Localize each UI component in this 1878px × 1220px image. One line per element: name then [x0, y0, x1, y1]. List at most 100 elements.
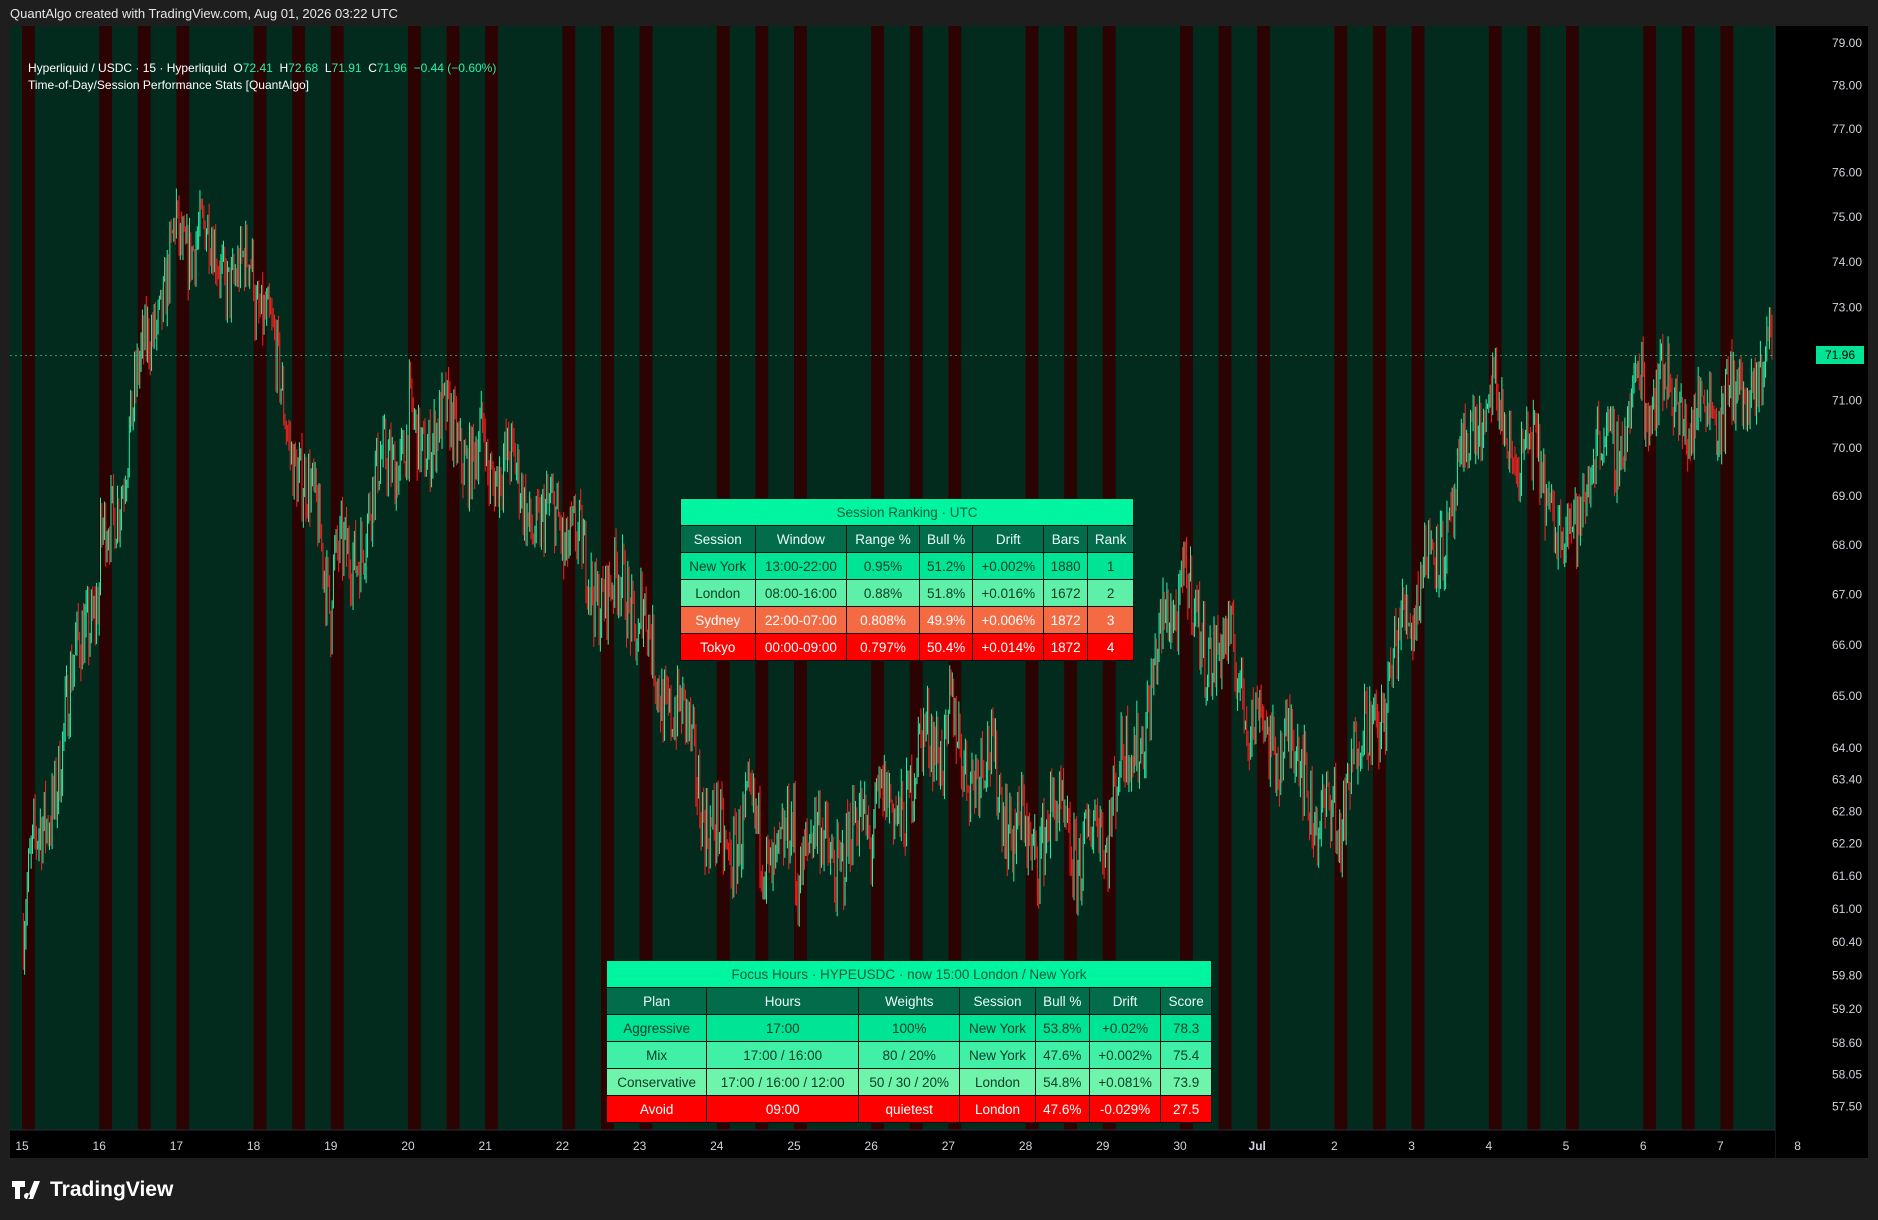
session-band: [22, 26, 36, 1130]
session-band: [1270, 26, 1284, 1130]
table-cell: 00:00-09:00: [754, 633, 848, 661]
focus-header: Bull %: [1034, 987, 1090, 1015]
table-cell: 0.95%: [846, 552, 920, 580]
session-band: [202, 26, 216, 1130]
price-tick-label: 63.40: [1832, 773, 1862, 787]
time-tick-label: 29: [1096, 1139, 1110, 1153]
table-row: Aggressive 17:00 100% New York 53.8% +0.…: [605, 1014, 1212, 1042]
time-tick-label: 8: [1794, 1139, 1801, 1153]
time-tick-label: 15: [15, 1139, 29, 1153]
session-band: [1385, 26, 1400, 1130]
session-band: [1218, 26, 1232, 1130]
session-band: [1373, 26, 1387, 1130]
session-band: [1759, 26, 1773, 1130]
tradingview-logo-icon: [12, 1181, 40, 1199]
price-tick-label: 74.00: [1832, 255, 1862, 269]
session-band: [446, 26, 460, 1130]
table-cell: 50 / 30 / 20%: [858, 1068, 961, 1096]
session-band: [1668, 26, 1683, 1130]
time-tick-label: 21: [479, 1139, 493, 1153]
table-cell: quietest: [858, 1095, 961, 1123]
session-band: [34, 26, 49, 1130]
table-cell: 47.6%: [1034, 1041, 1090, 1069]
session-band: [1463, 26, 1477, 1130]
brand-name: TradingView: [50, 1178, 174, 1201]
price-tick-label: 62.80: [1832, 804, 1862, 818]
time-tick-label: 17: [170, 1139, 184, 1153]
table-cell: 75.4: [1160, 1041, 1212, 1069]
session-band: [549, 26, 563, 1130]
table-cell: New York: [959, 1041, 1036, 1069]
time-tick-label: 20: [401, 1139, 415, 1153]
close-label: C: [368, 61, 377, 75]
table-cell: 73.9: [1160, 1068, 1212, 1096]
session-band: [1308, 26, 1323, 1130]
session-band: [1746, 26, 1760, 1130]
time-tick-label: 26: [865, 1139, 879, 1153]
price-tick-label: 71.00: [1832, 393, 1862, 407]
table-cell: 80 / 20%: [858, 1041, 961, 1069]
table-cell: 13:00-22:00: [754, 552, 848, 580]
time-tick-label: 4: [1485, 1139, 1492, 1153]
time-tick-label: 24: [710, 1139, 724, 1153]
price-tick-label: 75.00: [1832, 210, 1862, 224]
session-band: [1733, 26, 1747, 1130]
session-header: Drift: [972, 525, 1045, 553]
session-band: [1707, 26, 1721, 1130]
high-label: H: [279, 61, 289, 75]
indicator-title: Time-of-Day/Session Performance Stats [Q…: [28, 78, 310, 92]
session-band: [1540, 26, 1554, 1130]
session-band: [1643, 26, 1657, 1130]
table-cell: New York: [959, 1014, 1036, 1042]
chart-area[interactable]: 79.00 78.00 77.00 76.00 75.00 74.00 73.00 71.00…: [10, 26, 1868, 1158]
table-cell: Sydney: [680, 606, 756, 634]
table-cell: 47.6%: [1034, 1095, 1090, 1123]
session-band: [1720, 26, 1734, 1130]
price-tick-label: 73.00: [1832, 300, 1862, 314]
time-tick-label: 27: [942, 1139, 956, 1153]
close-value: 71.96: [376, 61, 407, 75]
table-cell: New York: [680, 552, 756, 580]
session-band: [472, 26, 486, 1130]
time-tick-label: 25: [787, 1139, 801, 1153]
session-band: [10, 26, 23, 1130]
session-band: [536, 26, 551, 1130]
session-band: [189, 26, 203, 1130]
session-band: [433, 26, 448, 1130]
session-band: [575, 26, 589, 1130]
time-tick-label: 28: [1019, 1139, 1033, 1153]
tradingview-logo[interactable]: TradingView: [12, 1178, 173, 1202]
time-tick-label: Jul: [1249, 1139, 1266, 1153]
time-tick-label: 16: [93, 1139, 107, 1153]
session-band: [1501, 26, 1516, 1130]
table-cell: Avoid: [605, 1095, 708, 1123]
table-cell: +0.016%: [972, 579, 1045, 607]
table-cell: +0.081%: [1088, 1068, 1162, 1096]
table-cell: 0.797%: [846, 633, 920, 661]
table-cell: London: [959, 1068, 1036, 1096]
table-cell: 1880: [1043, 552, 1089, 580]
session-band: [485, 26, 499, 1130]
table-cell: 1672: [1043, 579, 1089, 607]
price-tick-label: 58.60: [1832, 1036, 1862, 1050]
price-tick-label: 78.00: [1832, 79, 1862, 93]
session-band: [1244, 26, 1258, 1130]
price-tick-label: 64.00: [1832, 741, 1862, 755]
price-tick-label: 65.00: [1832, 689, 1862, 703]
session-band: [1578, 26, 1593, 1130]
table-row: Tokyo 00:00-09:00 0.797% 50.4% +0.014% 1…: [680, 633, 1134, 661]
table-cell: 27.5: [1160, 1095, 1212, 1123]
table-cell: +0.002%: [972, 552, 1045, 580]
session-band: [1282, 26, 1297, 1130]
session-table-title: Session Ranking · UTC: [680, 498, 1134, 526]
session-band: [1424, 26, 1438, 1130]
price-tick-label: 69.00: [1832, 489, 1862, 503]
table-row: Sydney 22:00-07:00 0.808% 49.9% +0.006% …: [680, 606, 1134, 634]
table-cell: 1: [1087, 552, 1134, 580]
session-band: [279, 26, 293, 1130]
table-cell: London: [680, 579, 756, 607]
session-band: [459, 26, 473, 1130]
session-band: [420, 26, 435, 1130]
time-tick-label: 23: [633, 1139, 647, 1153]
time-tick-label: 22: [556, 1139, 570, 1153]
